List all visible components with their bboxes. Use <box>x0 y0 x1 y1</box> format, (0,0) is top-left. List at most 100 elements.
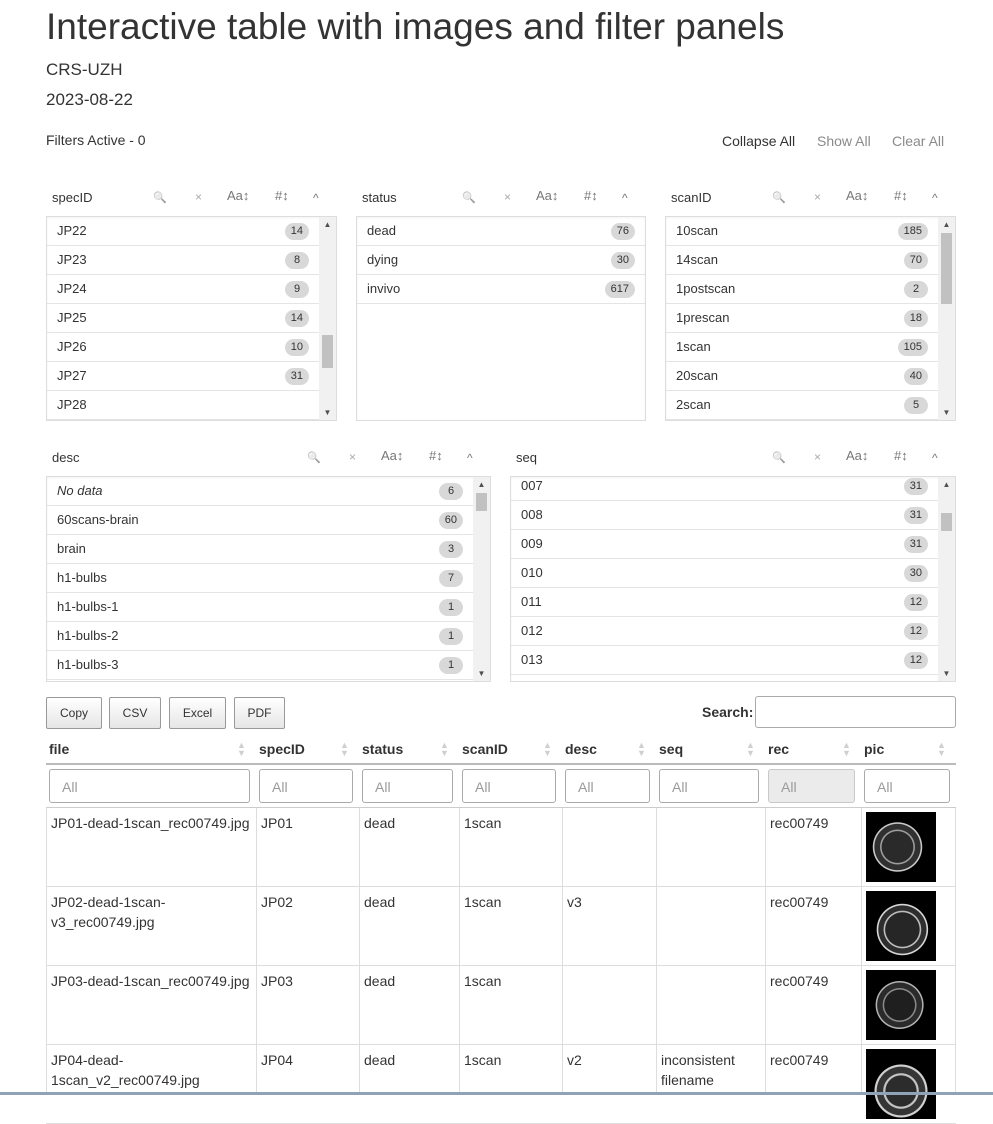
filter-option[interactable]: 20scan 40 <box>666 362 938 391</box>
sort-alpha-icon[interactable]: Aa↕ <box>846 448 868 463</box>
sort-alpha-icon[interactable]: Aa↕ <box>536 188 558 203</box>
filter-option[interactable]: JP27 31 <box>47 362 319 391</box>
scroll-up-arrow-icon[interactable]: ▲ <box>473 480 490 489</box>
show-all-link[interactable]: Show All <box>817 133 871 149</box>
filter-option[interactable]: JP26 10 <box>47 333 319 362</box>
filter-option[interactable]: 007 31 <box>511 477 938 501</box>
column-filter-scanid[interactable]: All <box>462 769 556 803</box>
collapse-icon[interactable]: ^ <box>313 191 319 205</box>
filter-panel-list[interactable]: No data 6 60scans-brain 60 brain 3 h1-bulbs 7 h1… <box>46 476 491 682</box>
filter-option[interactable]: 2scan 5 <box>666 391 938 420</box>
filter-option[interactable]: JP28 <box>47 391 319 420</box>
scrollbar-thumb[interactable] <box>476 493 487 511</box>
filter-panel-list[interactable]: 10scan 185 14scan 70 1postscan 2 1prescan 18 1sc… <box>665 216 956 421</box>
column-header-status[interactable]: status <box>362 741 403 757</box>
scan-thumbnail-image[interactable] <box>866 891 936 961</box>
scroll-down-arrow-icon[interactable]: ▼ <box>938 408 955 417</box>
filter-option[interactable]: dead 76 <box>357 217 645 246</box>
sort-alpha-icon[interactable]: Aa↕ <box>381 448 403 463</box>
filter-option[interactable]: JP24 9 <box>47 275 319 304</box>
collapse-icon[interactable]: ^ <box>932 191 938 205</box>
collapse-icon[interactable]: ^ <box>467 451 473 465</box>
sort-numeric-icon[interactable]: #↕ <box>894 188 908 203</box>
column-filter-specid[interactable]: All <box>259 769 353 803</box>
scroll-up-arrow-icon[interactable]: ▲ <box>319 220 336 229</box>
filter-option[interactable]: 010 30 <box>511 559 938 588</box>
copy-button[interactable]: Copy <box>46 697 102 729</box>
column-header-file[interactable]: file <box>49 741 69 757</box>
filter-option[interactable]: brain 3 <box>47 535 473 564</box>
scrollbar[interactable]: ▲ ▼ <box>938 217 955 420</box>
filter-panel-list[interactable]: JP2116JP2214JP238JP249JP2514JP2610JP2731… <box>46 216 337 421</box>
column-header-desc[interactable]: desc <box>565 741 597 757</box>
sort-icon[interactable]: ▲ ▼ <box>937 741 946 758</box>
filter-option[interactable]: dying 30 <box>357 246 645 275</box>
filter-option[interactable]: 013 12 <box>511 646 938 675</box>
clear-icon[interactable]: × <box>349 450 356 464</box>
scrollbar[interactable]: ▲ ▼ <box>938 477 955 681</box>
column-filter-pic[interactable]: All <box>864 769 950 803</box>
sort-icon[interactable]: ▲ ▼ <box>237 741 246 758</box>
sort-numeric-icon[interactable]: #↕ <box>275 188 289 203</box>
column-header-scanid[interactable]: scanID <box>462 741 508 757</box>
clear-icon[interactable]: × <box>814 190 821 204</box>
column-filter-seq[interactable]: All <box>659 769 759 803</box>
scrollbar[interactable]: ▲ ▼ <box>319 217 336 420</box>
scroll-down-arrow-icon[interactable]: ▼ <box>473 669 490 678</box>
clear-icon[interactable]: × <box>814 450 821 464</box>
search-icon[interactable]: 🔍 <box>772 191 786 204</box>
filter-option[interactable]: 60scans-brain 60 <box>47 506 473 535</box>
filter-panel-list[interactable]: 007 31 008 31 009 31 010 30 011 12 012 12 013 12 ▲ ▼ <box>510 476 956 682</box>
sort-icon[interactable]: ▲ ▼ <box>440 741 449 758</box>
column-filter-desc[interactable]: All <box>565 769 650 803</box>
scrollbar-thumb[interactable] <box>941 513 952 531</box>
filter-option[interactable]: No data 6 <box>47 477 473 506</box>
sort-icon[interactable]: ▲ ▼ <box>340 741 349 758</box>
filter-option[interactable]: 012 12 <box>511 617 938 646</box>
scrollbar-thumb[interactable] <box>941 233 952 304</box>
scan-thumbnail-image[interactable] <box>866 812 936 882</box>
sort-numeric-icon[interactable]: #↕ <box>584 188 598 203</box>
csv-button[interactable]: CSV <box>109 697 161 729</box>
filter-option[interactable]: JP25 14 <box>47 304 319 333</box>
filter-option[interactable]: 011 12 <box>511 588 938 617</box>
pdf-button[interactable]: PDF <box>234 697 285 729</box>
filter-option[interactable]: 1scan 105 <box>666 333 938 362</box>
filter-option[interactable]: JP23 8 <box>47 246 319 275</box>
filter-option[interactable]: JP22 14 <box>47 217 319 246</box>
sort-icon[interactable]: ▲ ▼ <box>637 741 646 758</box>
column-header-specid[interactable]: specID <box>259 741 305 757</box>
column-header-rec[interactable]: rec <box>768 741 789 757</box>
search-icon[interactable]: 🔍 <box>153 191 167 204</box>
clear-icon[interactable]: × <box>195 190 202 204</box>
filter-option[interactable]: 009 31 <box>511 530 938 559</box>
filter-option[interactable]: 14scan 70 <box>666 246 938 275</box>
column-header-pic[interactable]: pic <box>864 741 884 757</box>
sort-icon[interactable]: ▲ ▼ <box>746 741 755 758</box>
sort-alpha-icon[interactable]: Aa↕ <box>846 188 868 203</box>
filter-option[interactable]: 008 31 <box>511 501 938 530</box>
scrollbar[interactable]: ▲ ▼ <box>473 477 490 681</box>
search-icon[interactable]: 🔍 <box>462 191 476 204</box>
filter-option[interactable]: 10scan 185 <box>666 217 938 246</box>
scroll-down-arrow-icon[interactable]: ▼ <box>319 408 336 417</box>
search-input[interactable] <box>755 696 956 728</box>
filter-option[interactable]: h1-bulbs-1 1 <box>47 593 473 622</box>
filter-panel-list[interactable]: dead 76 dying 30 invivo 617 <box>356 216 646 421</box>
search-icon[interactable]: 🔍 <box>772 451 786 464</box>
scan-thumbnail-image[interactable] <box>866 970 936 1040</box>
column-filter-file[interactable]: All <box>49 769 250 803</box>
collapse-all-link[interactable]: Collapse All <box>722 133 795 149</box>
column-header-seq[interactable]: seq <box>659 741 683 757</box>
scroll-down-arrow-icon[interactable]: ▼ <box>938 669 955 678</box>
scroll-up-arrow-icon[interactable]: ▲ <box>938 220 955 229</box>
collapse-icon[interactable]: ^ <box>622 191 628 205</box>
filter-option[interactable]: 1postscan 2 <box>666 275 938 304</box>
filter-option[interactable]: h1-bulbs-2 1 <box>47 622 473 651</box>
sort-numeric-icon[interactable]: #↕ <box>429 448 443 463</box>
collapse-icon[interactable]: ^ <box>932 451 938 465</box>
sort-icon[interactable]: ▲ ▼ <box>543 741 552 758</box>
scan-thumbnail-image[interactable] <box>866 1049 936 1119</box>
sort-icon[interactable]: ▲ ▼ <box>842 741 851 758</box>
scroll-up-arrow-icon[interactable]: ▲ <box>938 480 955 489</box>
